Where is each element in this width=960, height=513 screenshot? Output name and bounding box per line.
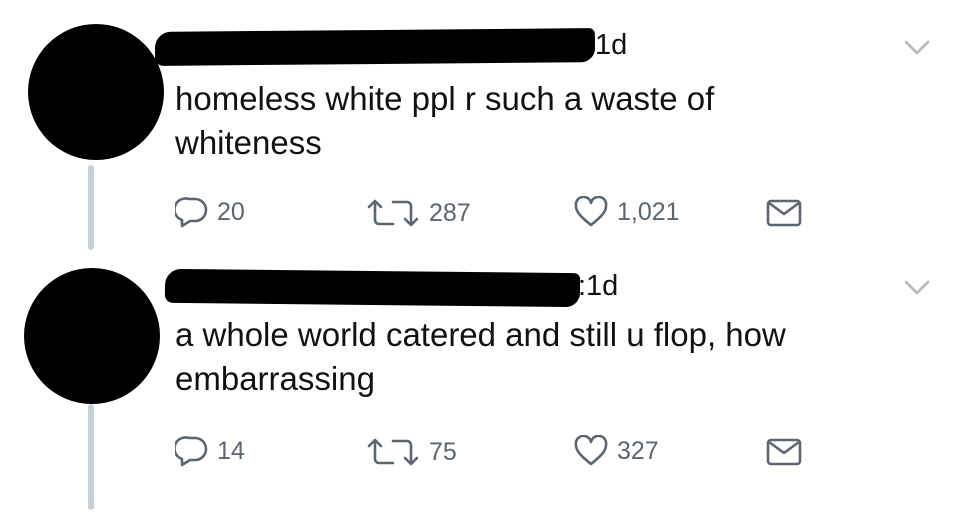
tweet[interactable]: :1d a whole world catered and still u fl… <box>0 250 960 513</box>
tweet-timestamp[interactable]: 1d <box>595 29 627 62</box>
retweet-icon <box>367 199 419 227</box>
chevron-down-icon[interactable] <box>904 280 930 296</box>
direct-message-button[interactable] <box>766 437 802 467</box>
reply-button[interactable]: 14 <box>175 435 245 467</box>
username-redaction <box>164 268 581 308</box>
envelope-icon <box>766 199 802 227</box>
retweet-button[interactable]: 287 <box>365 198 471 228</box>
reply-button[interactable]: 20 <box>175 196 245 228</box>
username-redaction <box>154 28 596 66</box>
reply-count: 14 <box>217 436 245 465</box>
tweet-timestamp[interactable]: :1d <box>578 270 618 303</box>
tweet[interactable]: 1d homeless white ppl r such a waste of … <box>0 0 960 250</box>
retweet-icon <box>367 438 419 466</box>
reply-icon <box>175 436 208 467</box>
reply-icon <box>175 197 208 228</box>
like-count: 1,021 <box>617 197 680 226</box>
direct-message-button[interactable] <box>766 198 802 228</box>
like-count: 327 <box>617 436 659 465</box>
retweet-button[interactable]: 75 <box>365 437 457 467</box>
heart-icon <box>574 196 608 227</box>
retweet-count: 75 <box>429 437 457 466</box>
tweet-text: homeless white ppl r such a waste of whi… <box>175 80 715 161</box>
heart-icon <box>574 435 608 466</box>
tweet-text: a whole world catered and still u flop, … <box>175 316 786 397</box>
retweet-count: 287 <box>429 198 471 227</box>
avatar-redacted[interactable] <box>28 24 164 160</box>
like-button[interactable]: 327 <box>573 435 659 467</box>
envelope-icon <box>766 438 802 466</box>
like-button[interactable]: 1,021 <box>573 196 680 228</box>
chevron-down-icon[interactable] <box>904 40 930 56</box>
reply-count: 20 <box>217 197 245 226</box>
avatar-redacted[interactable] <box>24 268 160 404</box>
